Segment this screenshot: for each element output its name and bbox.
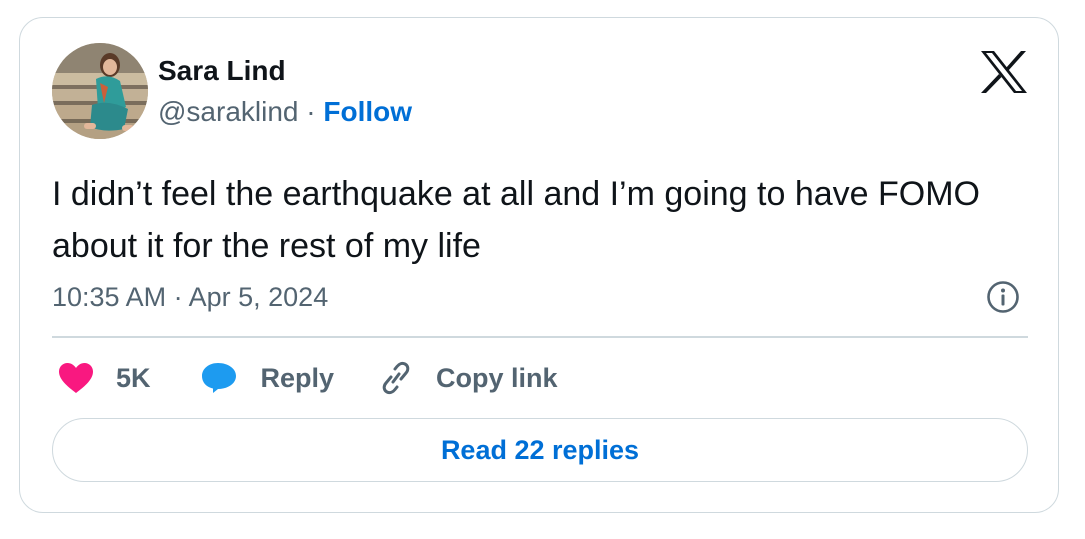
handle-separator: ·: [306, 96, 316, 127]
reply-button[interactable]: Reply: [201, 362, 335, 394]
author-handle[interactable]: @saraklind: [158, 96, 298, 127]
speech-bubble-icon: [201, 363, 236, 393]
like-count: 5K: [116, 362, 151, 393]
tweet-date: Apr 5, 2024: [188, 282, 329, 312]
avatar-photo: [52, 43, 148, 139]
tweet-text: I didn’t feel the earthquake at all and …: [52, 175, 980, 265]
divider: [52, 336, 1028, 338]
copy-link-button[interactable]: Copy link: [378, 361, 558, 395]
copy-link-label: Copy link: [436, 362, 558, 393]
like-button[interactable]: 5K: [58, 362, 151, 394]
tweet-card: Sara Lind @saraklind · Follow I didn’t f…: [19, 17, 1059, 513]
reply-label: Reply: [260, 362, 335, 393]
avatar[interactable]: [52, 43, 148, 139]
action-bar: 5K Reply Copy link: [58, 358, 558, 398]
read-replies-button[interactable]: Read 22 replies: [52, 418, 1028, 482]
info-icon[interactable]: [986, 280, 1020, 314]
link-icon: [382, 361, 410, 395]
handle-row: @saraklind · Follow: [158, 95, 412, 129]
tweet-time: 10:35 AM: [52, 282, 167, 312]
follow-button[interactable]: Follow: [323, 96, 412, 127]
author-name[interactable]: Sara Lind: [158, 54, 286, 88]
tweet-timestamp[interactable]: 10:35 AM · Apr 5, 2024: [52, 280, 328, 314]
heart-icon: [59, 363, 93, 393]
date-separator: ·: [173, 282, 183, 312]
x-logo-icon[interactable]: [980, 50, 1028, 94]
